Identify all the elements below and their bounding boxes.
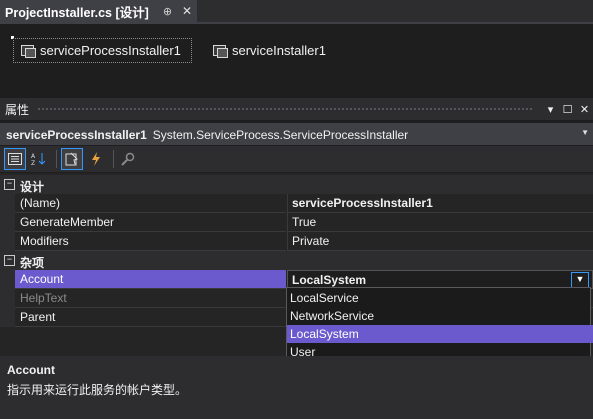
maximize-icon[interactable]: ☐ [559,103,576,116]
object-type: System.ServiceProcess.ServiceProcessInst… [152,127,409,142]
description-title: Account [7,363,55,377]
component-label: serviceInstaller1 [232,43,326,58]
properties-view-icon[interactable] [61,148,83,170]
component-icon [20,44,36,58]
category-label: 设计 [20,180,45,194]
toolbar-separator [56,150,57,168]
properties-title-bar[interactable]: 属性 ▾ ☐ ✕ [0,98,593,120]
property-name: GenerateMember [15,213,286,232]
title-grip[interactable] [37,106,534,112]
component-service-process-installer[interactable]: serviceProcessInstaller1 [13,38,192,63]
property-row-name[interactable]: (Name) serviceProcessInstaller1 [0,194,593,213]
chevron-down-icon: ▼ [581,128,589,137]
collapse-icon[interactable]: − [4,255,15,266]
document-tab[interactable]: ProjectInstaller.cs [设计] ⊕ ✕ [0,0,197,22]
component-service-installer[interactable]: serviceInstaller1 [212,38,326,63]
property-name: Parent [15,308,286,327]
component-label: serviceProcessInstaller1 [40,43,181,58]
property-row-modifiers[interactable]: Modifiers Private [0,232,593,251]
property-value[interactable]: serviceProcessInstaller1 [287,194,593,213]
window-menu-icon[interactable]: ▾ [542,103,559,116]
dropdown-option-localsystem[interactable]: LocalSystem [287,325,593,343]
component-icon [212,44,228,58]
property-value[interactable]: True [287,213,593,232]
property-row-generatemember[interactable]: GenerateMember True [0,213,593,232]
svg-text:A: A [31,153,36,160]
dropdown-option-localservice[interactable]: LocalService [287,289,593,307]
property-name: HelpText [15,289,286,308]
property-value[interactable]: LocalSystem [292,273,366,287]
object-selector[interactable]: serviceProcessInstaller1 System.ServiceP… [0,123,593,145]
category-misc[interactable]: − 杂项 [0,251,593,270]
pin-icon[interactable]: ⊕ [163,5,172,18]
document-tab-title: ProjectInstaller.cs [设计] [5,5,149,20]
properties-title: 属性 [5,102,30,117]
description-text: 指示用来运行此服务的帐户类型。 [7,383,188,397]
property-pages-icon[interactable] [118,149,138,169]
description-pane: Account 指示用来运行此服务的帐户类型。 [0,356,593,419]
events-icon[interactable] [86,149,106,169]
alphabetical-icon[interactable]: AZ [29,149,49,169]
property-value[interactable]: Private [287,232,593,251]
property-name: (Name) [15,194,286,213]
property-name: Account [15,270,286,289]
property-name: Modifiers [15,232,286,251]
dropdown-option-networkservice[interactable]: NetworkService [287,307,593,325]
close-icon[interactable]: ✕ [576,103,593,116]
category-label: 杂项 [20,256,45,270]
close-tab-icon[interactable]: ✕ [182,4,192,18]
properties-toolbar: AZ [0,146,593,172]
category-design[interactable]: − 设计 [0,175,593,194]
svg-text:Z: Z [31,160,35,166]
object-name: serviceProcessInstaller1 [6,127,147,142]
toolbar-separator [113,150,114,168]
categorized-icon[interactable] [4,148,26,170]
collapse-icon[interactable]: − [4,179,15,190]
